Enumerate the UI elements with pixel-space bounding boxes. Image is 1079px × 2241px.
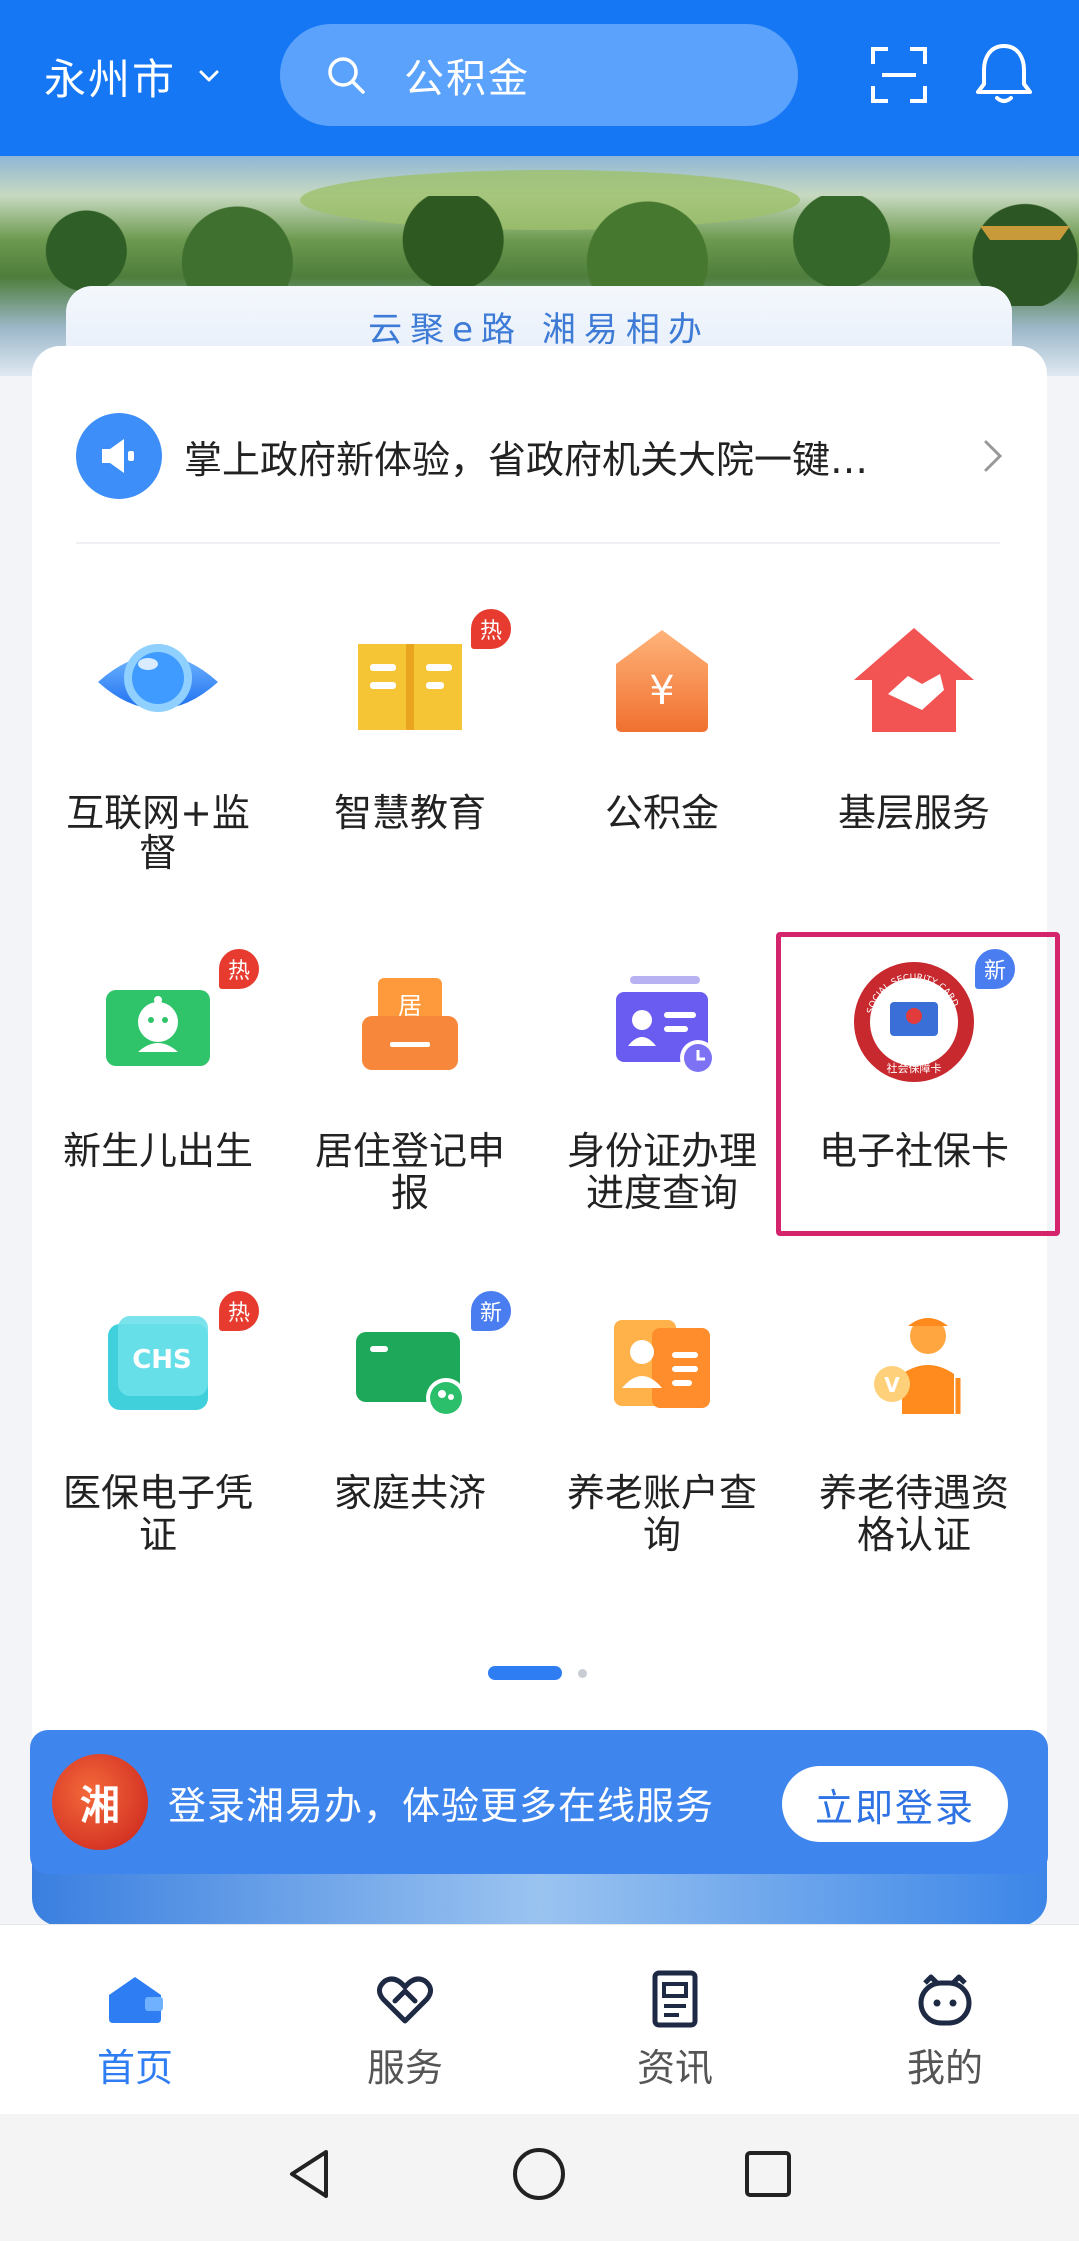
login-button[interactable]: 立即登录 [782, 1766, 1008, 1842]
service-medical-insurance-voucher[interactable]: CHS 热 医保电子凭 证 [32, 1288, 284, 1572]
service-label: 养老待遇资 [818, 1471, 1009, 1515]
tab-home[interactable]: 首页 [0, 1925, 270, 2115]
service-internet-supervision[interactable]: 互联网+监 督 [32, 620, 284, 890]
login-prompt-text: 登录湘易办，体验更多在线服务 [168, 1783, 715, 1828]
residence-tag: 居 [398, 992, 422, 1020]
elder-icon: V [874, 1318, 961, 1414]
page-dot [578, 1669, 587, 1678]
service-label: 公积金 [604, 791, 719, 835]
service-housing-fund[interactable]: ¥ 公积金 [536, 620, 788, 890]
slogan-text: 云聚e路 湘易相办 [368, 309, 710, 350]
notice-text: 掌上政府新体验，省政府机关大院一键… [184, 437, 869, 482]
search-icon [328, 57, 365, 94]
service-label: 新生儿出生 [62, 1129, 253, 1173]
service-label-line2: 督 [138, 831, 177, 875]
new-badge: 新 [468, 1288, 514, 1334]
banner-pavilion [980, 226, 1070, 286]
bottom-tab-bar: 首页 服务 资讯 我的 [0, 1924, 1079, 2114]
scan-icon[interactable] [870, 46, 928, 104]
family-card-icon [356, 1332, 466, 1418]
system-nav-bar [0, 2114, 1079, 2241]
tab-label: 我的 [906, 2046, 983, 2090]
search-placeholder: 公积金 [404, 56, 530, 102]
service-label: 基层服务 [837, 791, 990, 835]
heart-hands-icon [377, 1976, 433, 2024]
service-id-card-progress[interactable]: 身份证办理 进度查询 [536, 960, 788, 1230]
eye-icon [98, 644, 218, 712]
chs-text: CHS [132, 1345, 192, 1375]
fund-house-icon: ¥ [616, 630, 708, 732]
book-icon [358, 644, 462, 730]
highlight-frame [776, 932, 1060, 1236]
tab-label: 首页 [96, 2046, 173, 2090]
news-document-icon [652, 1970, 698, 2028]
service-smart-education[interactable]: 热 智慧教育 [284, 606, 536, 890]
back-icon[interactable] [280, 2144, 340, 2204]
service-community[interactable]: 基层服务 [788, 620, 1040, 890]
service-label-line2: 证 [138, 1513, 177, 1557]
bell-icon[interactable] [972, 40, 1036, 106]
profile-face-icon [918, 1974, 972, 2026]
speaker-icon [76, 413, 162, 499]
home-circle-icon[interactable] [509, 2144, 569, 2204]
medical-card-icon: CHS [108, 1316, 208, 1410]
service-residence-registration[interactable]: 居 居住登记申 报 [284, 960, 536, 1230]
service-label: 养老账户查 [566, 1471, 757, 1515]
login-prompt-bar: 湘 登录湘易办，体验更多在线服务 立即登录 [30, 1730, 1048, 1874]
top-bar: 永州市 公积金 [0, 0, 1079, 156]
fund-symbol: ¥ [649, 668, 674, 714]
xiangyiban-logo: 湘 [52, 1754, 148, 1850]
city-name: 永州市 [44, 54, 177, 104]
service-label-line2: 进度查询 [585, 1171, 738, 1215]
service-label: 家庭共济 [333, 1471, 486, 1515]
page-indicator [488, 1666, 588, 1680]
service-pension-account[interactable]: 养老账户查 询 [536, 1302, 788, 1572]
page-dot-active [488, 1666, 562, 1680]
tab-news[interactable]: 资讯 [540, 1925, 810, 2115]
pension-account-icon [614, 1320, 710, 1408]
hot-badge: 热 [216, 1288, 262, 1334]
service-family-mutual-aid[interactable]: 新 家庭共济 [284, 1288, 536, 1572]
tab-services[interactable]: 服务 [270, 1925, 540, 2115]
app-screen: { "header": { "city": "永州市", "search_pla… [0, 0, 1079, 2241]
service-label-line2: 询 [642, 1513, 681, 1557]
pension-v: V [884, 1373, 900, 1397]
service-pension-qualification[interactable]: V 养老待遇资 格认证 [788, 1302, 1040, 1572]
tab-label: 服务 [366, 2046, 443, 2090]
id-card-clock-icon [616, 976, 716, 1076]
home-icon [109, 1977, 163, 2023]
tab-label: 资讯 [636, 2046, 713, 2090]
service-label: 身份证办理 [566, 1129, 757, 1173]
service-label: 互联网+监 [66, 791, 250, 835]
service-label: 智慧教育 [333, 791, 486, 835]
notice-bar[interactable]: 掌上政府新体验，省政府机关大院一键… [76, 408, 1006, 504]
service-label: 医保电子凭 [62, 1471, 253, 1515]
hot-badge: 热 [468, 606, 514, 652]
divider [76, 542, 1000, 544]
residence-icon: 居 [362, 978, 458, 1070]
baby-icon [106, 990, 210, 1066]
logo-glyph: 湘 [80, 1783, 120, 1829]
city-selector[interactable]: 永州市 [44, 48, 224, 104]
recents-square-icon[interactable] [738, 2144, 798, 2204]
service-newborn[interactable]: 热 新生儿出生 [32, 946, 284, 1230]
handshake-house-icon [854, 628, 974, 732]
search-bar[interactable]: 公积金 [280, 24, 798, 126]
service-label-line2: 报 [390, 1171, 429, 1215]
hot-badge: 热 [216, 946, 262, 992]
tab-profile[interactable]: 我的 [810, 1925, 1079, 2115]
service-label-line2: 格认证 [856, 1513, 971, 1557]
chevron-down-icon [199, 70, 219, 82]
chevron-right-icon [984, 440, 1003, 472]
service-label: 居住登记申 [314, 1129, 505, 1173]
